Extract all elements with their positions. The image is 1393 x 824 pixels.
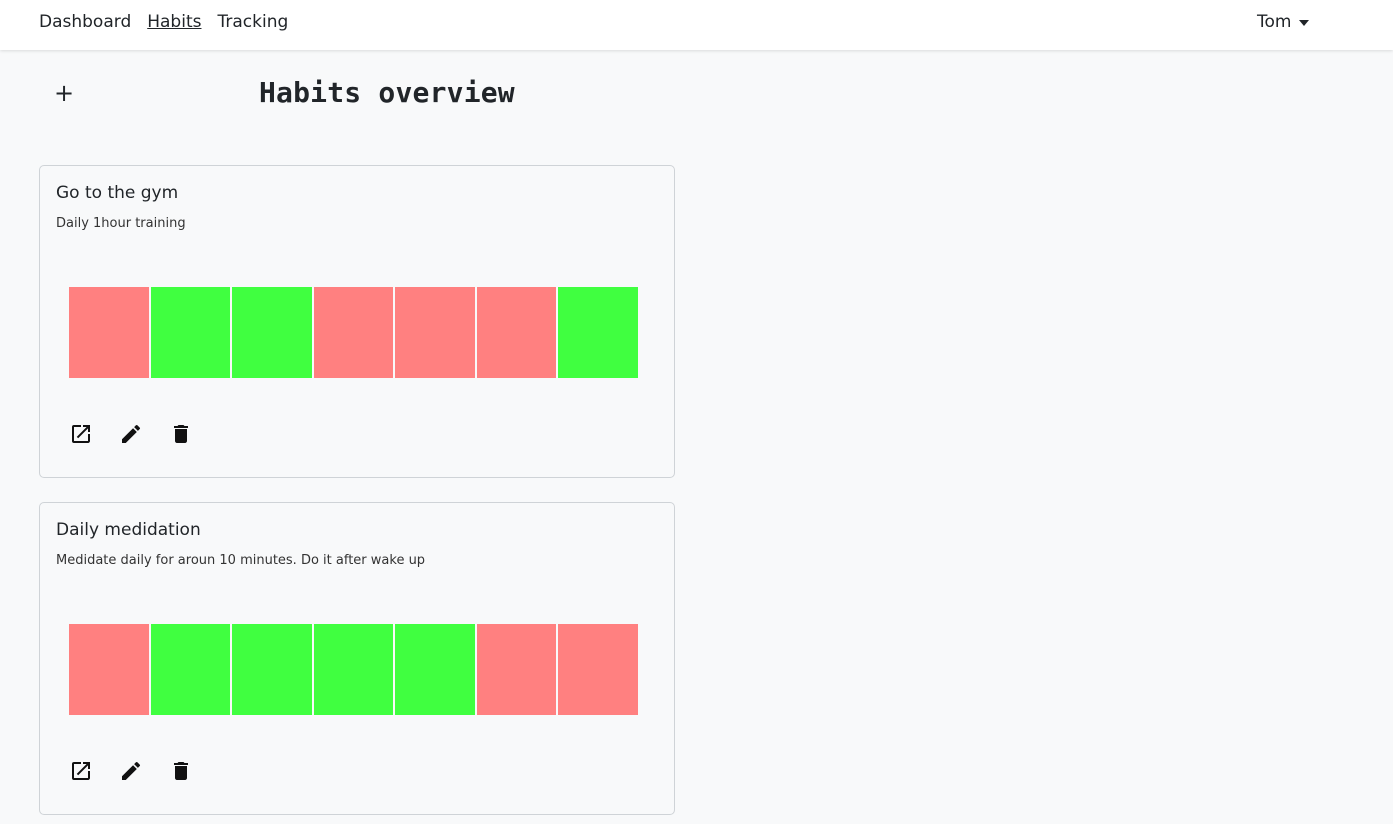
- add-habit-button[interactable]: +: [52, 78, 76, 108]
- day-cell-missed[interactable]: [476, 624, 556, 715]
- caret-down-icon: [1299, 19, 1310, 26]
- day-cell-done[interactable]: [395, 624, 475, 715]
- day-cell-done[interactable]: [150, 287, 230, 378]
- page-title: Habits overview: [259, 76, 515, 109]
- day-cell-missed[interactable]: [313, 287, 393, 378]
- edit-icon[interactable]: [119, 422, 143, 446]
- user-name: Tom: [1257, 12, 1292, 32]
- open-icon[interactable]: [69, 422, 93, 446]
- nav-link-habits[interactable]: Habits: [147, 11, 201, 33]
- day-cell-done[interactable]: [232, 287, 312, 378]
- nav-links: Dashboard Habits Tracking: [39, 11, 288, 33]
- habit-card: Go to the gym Daily 1hour training: [39, 165, 675, 478]
- habit-title: Daily medidation: [56, 520, 201, 540]
- day-cell-missed[interactable]: [558, 624, 638, 715]
- nav-link-tracking[interactable]: Tracking: [217, 11, 288, 33]
- day-cell-missed[interactable]: [476, 287, 556, 378]
- day-cell-missed[interactable]: [69, 287, 149, 378]
- day-cell-done[interactable]: [558, 287, 638, 378]
- habit-description: Medidate daily for aroun 10 minutes. Do …: [56, 553, 426, 568]
- open-icon[interactable]: [69, 759, 93, 783]
- habit-week-tracker: [69, 287, 638, 378]
- day-cell-done[interactable]: [150, 624, 230, 715]
- habit-actions: [69, 759, 193, 783]
- habit-card: Daily medidation Medidate daily for arou…: [39, 502, 675, 815]
- user-menu-dropdown[interactable]: Tom: [1257, 11, 1310, 33]
- day-cell-done[interactable]: [313, 624, 393, 715]
- delete-icon[interactable]: [169, 759, 193, 783]
- habit-title: Go to the gym: [56, 183, 179, 203]
- top-navbar: Dashboard Habits Tracking Tom: [0, 0, 1393, 50]
- edit-icon[interactable]: [119, 759, 143, 783]
- habit-week-tracker: [69, 624, 638, 715]
- day-cell-missed[interactable]: [395, 287, 475, 378]
- day-cell-done[interactable]: [232, 624, 312, 715]
- habit-actions: [69, 422, 193, 446]
- habit-description: Daily 1hour training: [56, 216, 186, 231]
- day-cell-missed[interactable]: [69, 624, 149, 715]
- delete-icon[interactable]: [169, 422, 193, 446]
- nav-link-dashboard[interactable]: Dashboard: [39, 11, 131, 33]
